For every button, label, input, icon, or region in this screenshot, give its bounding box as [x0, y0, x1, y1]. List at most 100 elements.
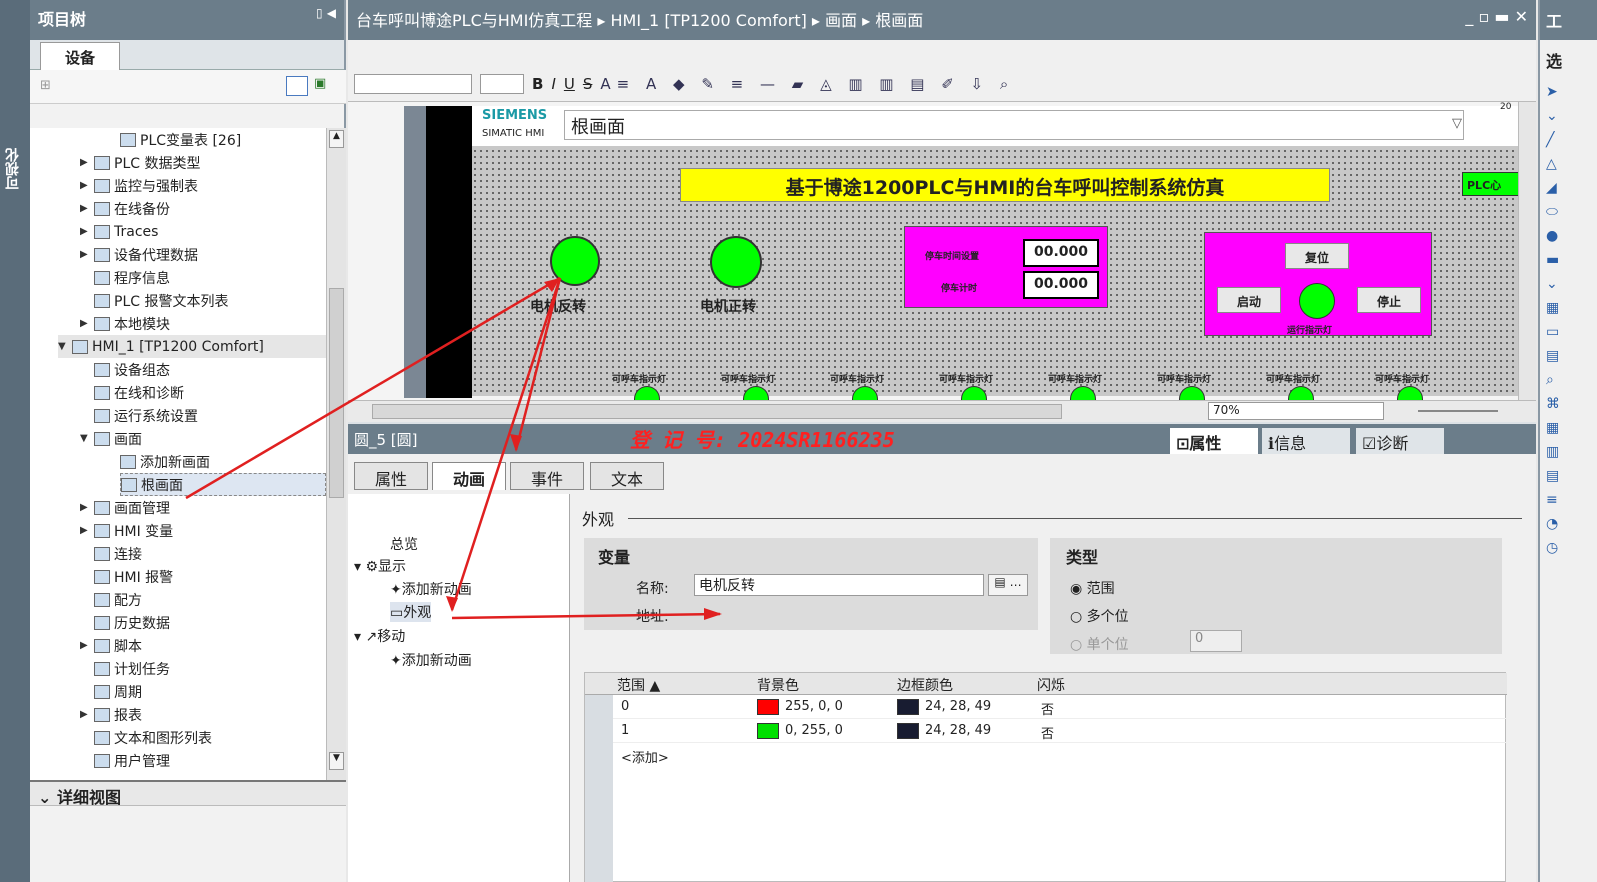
- variable-name-input[interactable]: 电机反转: [694, 574, 984, 596]
- stop-timer-field[interactable]: 00.000: [1023, 271, 1099, 299]
- prop-tab[interactable]: 属性: [354, 462, 428, 490]
- bold-button[interactable]: B: [532, 75, 543, 93]
- tree-item[interactable]: ▶ Traces: [80, 220, 158, 243]
- canvas-hscroll[interactable]: 70%: [348, 400, 1536, 422]
- tab-properties[interactable]: ⊡属性: [1170, 428, 1258, 454]
- tree-item[interactable]: 用户管理: [94, 749, 170, 772]
- bit-spinner[interactable]: 0: [1190, 630, 1242, 652]
- reset-button[interactable]: 复位: [1285, 243, 1349, 269]
- motor-reverse-lamp[interactable]: [550, 236, 600, 286]
- radio-multi-bit[interactable]: ○ 多个位: [1070, 606, 1129, 626]
- italic-button[interactable]: I: [551, 75, 555, 93]
- table-row[interactable]: [613, 721, 1507, 743]
- column-header[interactable]: 背景色: [757, 675, 799, 695]
- tree-item[interactable]: ▶ 报表: [80, 703, 142, 726]
- expand-icon[interactable]: ▼: [80, 433, 90, 444]
- tree-item[interactable]: 配方: [94, 588, 142, 611]
- tab-diagnostics[interactable]: ☑诊断: [1356, 428, 1444, 454]
- canvas-vscroll[interactable]: [1518, 102, 1536, 400]
- tree-item[interactable]: 历史数据: [94, 611, 170, 634]
- visualization-vertical-tab[interactable]: 可视化: [0, 0, 30, 882]
- radio-range[interactable]: ◉ 范围: [1070, 578, 1115, 598]
- radio-single-bit[interactable]: ○ 单个位: [1070, 634, 1129, 654]
- expand-icon[interactable]: ▶: [80, 640, 90, 651]
- browse-button[interactable]: ▤ …: [988, 574, 1028, 596]
- tree-item[interactable]: ▶ 本地模块: [80, 312, 170, 335]
- tree-item[interactable]: 周期: [94, 680, 142, 703]
- tree-item[interactable]: 计划任务: [94, 657, 170, 680]
- strike-button[interactable]: S: [583, 75, 593, 93]
- format-icons[interactable]: A≡ A ◆ ✎ ≡ — ▰ ◬ ▥ ▥ ▤ ✐ ⇩ ⌕: [600, 75, 1014, 93]
- prop-tab[interactable]: 事件: [510, 462, 584, 490]
- hmi-canvas[interactable]: SIEMENS SIMATIC HMI 根画面 ▽ 基于博途1200PLC与HM…: [348, 102, 1536, 400]
- expand-icon[interactable]: ▶: [80, 525, 90, 536]
- tree-item[interactable]: ▶ 在线备份: [80, 197, 170, 220]
- bg-color-swatch[interactable]: [757, 723, 779, 739]
- tree-item[interactable]: 运行系统设置: [94, 404, 198, 427]
- nav-display[interactable]: ▾ ⚙显示: [354, 556, 406, 576]
- nav-add-animation-2[interactable]: ✦添加新动画: [390, 650, 472, 670]
- column-header[interactable]: 闪烁: [1037, 675, 1065, 695]
- tree-item[interactable]: ▶ 监控与强制表: [80, 174, 198, 197]
- expand-icon[interactable]: ▶: [80, 249, 90, 260]
- tab-devices[interactable]: 设备: [40, 42, 120, 70]
- zoom-slider[interactable]: [1418, 410, 1498, 412]
- tree-item[interactable]: 程序信息: [94, 266, 170, 289]
- font-select[interactable]: [354, 73, 472, 94]
- stop-button[interactable]: 停止: [1357, 287, 1421, 313]
- underline-button[interactable]: U: [564, 75, 575, 93]
- expand-icon[interactable]: ▼: [58, 341, 68, 352]
- detail-view[interactable]: ⌄ 详细视图: [30, 780, 346, 882]
- add-row[interactable]: <添加>: [621, 747, 669, 766]
- size-select[interactable]: [480, 73, 524, 94]
- chevron-down-icon[interactable]: ▽: [1452, 116, 1462, 131]
- tree-item[interactable]: ▶ 脚本: [80, 634, 142, 657]
- prop-tab[interactable]: 文本: [590, 462, 664, 490]
- tree-item[interactable]: ▶ HMI 变量: [80, 519, 173, 542]
- hmi-screen[interactable]: SIEMENS SIMATIC HMI 根画面 ▽ 基于博途1200PLC与HM…: [472, 106, 1522, 400]
- motor-forward-lamp[interactable]: [710, 236, 762, 288]
- tool-icons[interactable]: ➤ ⌄ ╱ △ ◢ ⬭ ● ▬ ⌄ ▦ ▭ ▤ ⌕ ⌘ ▦ ▥ ▤ ≡ ◔ ◷: [1540, 74, 1597, 566]
- tree-item[interactable]: 连接: [94, 542, 142, 565]
- tree-item[interactable]: 添加新画面: [120, 450, 210, 473]
- tree-item[interactable]: 在线和诊断: [94, 381, 184, 404]
- expand-icon[interactable]: ▶: [80, 709, 90, 720]
- zoom-select[interactable]: 70%: [1208, 402, 1384, 420]
- tree-item[interactable]: HMI 报警: [94, 565, 173, 588]
- view-toggle-icon[interactable]: [286, 76, 308, 96]
- nav-appearance[interactable]: ▭外观: [390, 602, 432, 622]
- tree-item[interactable]: PLC 报警文本列表: [94, 289, 228, 312]
- tree-item[interactable]: 文本和图形列表: [94, 726, 212, 749]
- expand-icon[interactable]: ▶: [80, 203, 90, 214]
- tree-item[interactable]: PLC变量表 [26]: [120, 128, 241, 151]
- nav-overview[interactable]: 总览: [390, 534, 418, 554]
- tree-item[interactable]: ▼ 画面: [80, 427, 142, 450]
- tab-info[interactable]: ℹ信息: [1262, 428, 1350, 454]
- border-color-swatch[interactable]: [897, 699, 919, 715]
- expand-icon[interactable]: ▶: [80, 318, 90, 329]
- expand-icon[interactable]: ▶: [80, 180, 90, 191]
- tree-item[interactable]: ▼ HMI_1 [TP1200 Comfort]: [58, 335, 326, 358]
- tree-scrollbar[interactable]: ▲ ▼: [326, 128, 346, 780]
- stop-time-set-field[interactable]: 00.000: [1023, 239, 1099, 267]
- export-icon[interactable]: ▣: [314, 76, 326, 91]
- chevron-down-icon[interactable]: ⌄: [38, 788, 57, 807]
- collapse-icon[interactable]: ▯ ◀: [316, 6, 336, 20]
- expand-icon[interactable]: ▶: [80, 502, 90, 513]
- expand-icon[interactable]: ▶: [80, 226, 90, 237]
- start-button[interactable]: 启动: [1217, 287, 1281, 313]
- tree-item[interactable]: ▶ PLC 数据类型: [80, 151, 200, 174]
- nav-move[interactable]: ▾ ↗移动: [354, 626, 405, 646]
- window-controls-icon[interactable]: _ ▫ ▬ ✕: [1465, 7, 1528, 26]
- nav-add-animation[interactable]: ✦添加新动画: [390, 579, 472, 599]
- tree-item[interactable]: ▶ 设备代理数据: [80, 243, 198, 266]
- table-row[interactable]: [613, 697, 1507, 719]
- add-icon[interactable]: ⊞: [40, 78, 51, 93]
- tree-item[interactable]: ▶ 画面管理: [80, 496, 170, 519]
- tree-item[interactable]: 设备组态: [94, 358, 170, 381]
- border-color-swatch[interactable]: [897, 723, 919, 739]
- prop-tab[interactable]: 动画: [432, 462, 506, 490]
- tree-item[interactable]: 根画面: [120, 473, 326, 496]
- bg-color-swatch[interactable]: [757, 699, 779, 715]
- column-header[interactable]: 范围 ▲: [617, 675, 660, 695]
